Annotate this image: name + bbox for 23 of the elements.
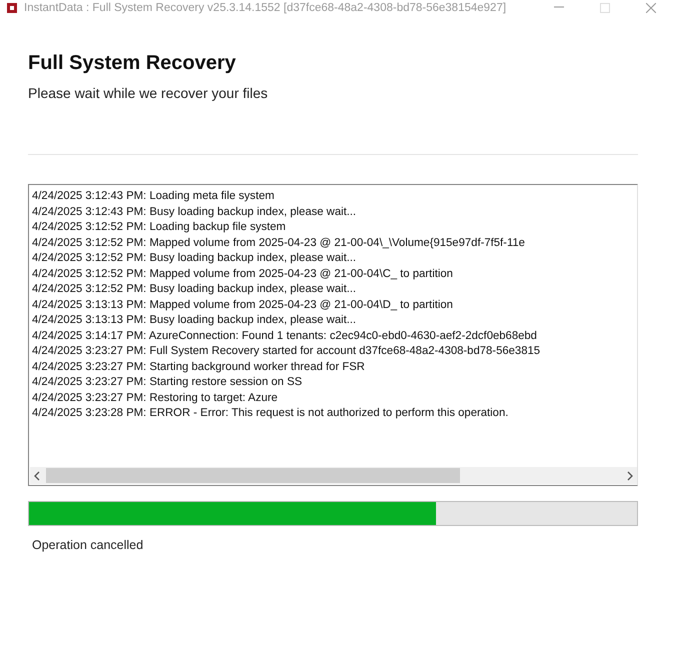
- window-title: InstantData : Full System Recovery v25.3.14.1552 [d37fce68-48a2-4308-bd78-56e38154e927]: [24, 2, 508, 14]
- app-logo-icon: [6, 2, 18, 14]
- scrollbar-thumb[interactable]: [46, 468, 460, 483]
- log-line: 4/24/2025 3:23:28 PM: ERROR - Error: This request is not authorized to perform this operation.: [32, 406, 510, 421]
- log-line: 4/24/2025 3:23:27 PM: Restoring to target: Azure: [32, 390, 279, 406]
- horizontal-scrollbar[interactable]: [30, 467, 637, 484]
- close-icon[interactable]: [646, 3, 656, 13]
- log-line: 4/24/2025 3:13:13 PM: Busy loading backup index, please wait...: [32, 313, 358, 328]
- log-line: 4/24/2025 3:12:43 PM: Loading meta file system: [32, 189, 276, 204]
- log-line: 4/24/2025 3:13:13 PM: Mapped volume from 2025-04-23 @ 21-00-04\D_ to partition: [32, 298, 454, 312]
- log-line: 4/24/2025 3:23:27 PM: Starting restore session on SS: [32, 375, 304, 390]
- status-text: Operation cancelled: [31, 538, 144, 552]
- log-line: 4/24/2025 3:12:52 PM: Busy loading backup index, please wait...: [32, 282, 358, 297]
- page-heading: Full System Recovery: [28, 52, 237, 75]
- log-line: 4/24/2025 3:12:52 PM: Mapped volume from 2025-04-23 @ 21-00-04\C_ to partition: [32, 266, 454, 282]
- log-line: 4/24/2025 3:12:52 PM: Busy loading backup index, please wait...: [32, 251, 358, 266]
- log-line: 4/24/2025 3:23:27 PM: Full System Recovery started for account d37fce68-48a2-4308-bd78-56e3815: [32, 344, 542, 359]
- log-line: 4/24/2025 3:14:17 PM: AzureConnection: Found 1 tenants: c2ec94c0-ebd0-4630-aef2-2dcf0eb68ebd: [32, 328, 538, 344]
- page-subtitle: Please wait while we recover your files: [28, 85, 269, 101]
- log-line: 4/24/2025 3:23:27 PM: Starting background worker thread for FSR: [32, 360, 366, 374]
- log-line: 4/24/2025 3:12:52 PM: Mapped volume from 2025-04-23 @ 21-00-04\_\Volume{915e97df-7f5f-11e: [32, 236, 526, 250]
- log-line: 4/24/2025 3:12:43 PM: Busy loading backup index, please wait...: [32, 204, 358, 220]
- log-line: 4/24/2025 3:12:52 PM: Loading backup file system: [32, 220, 287, 235]
